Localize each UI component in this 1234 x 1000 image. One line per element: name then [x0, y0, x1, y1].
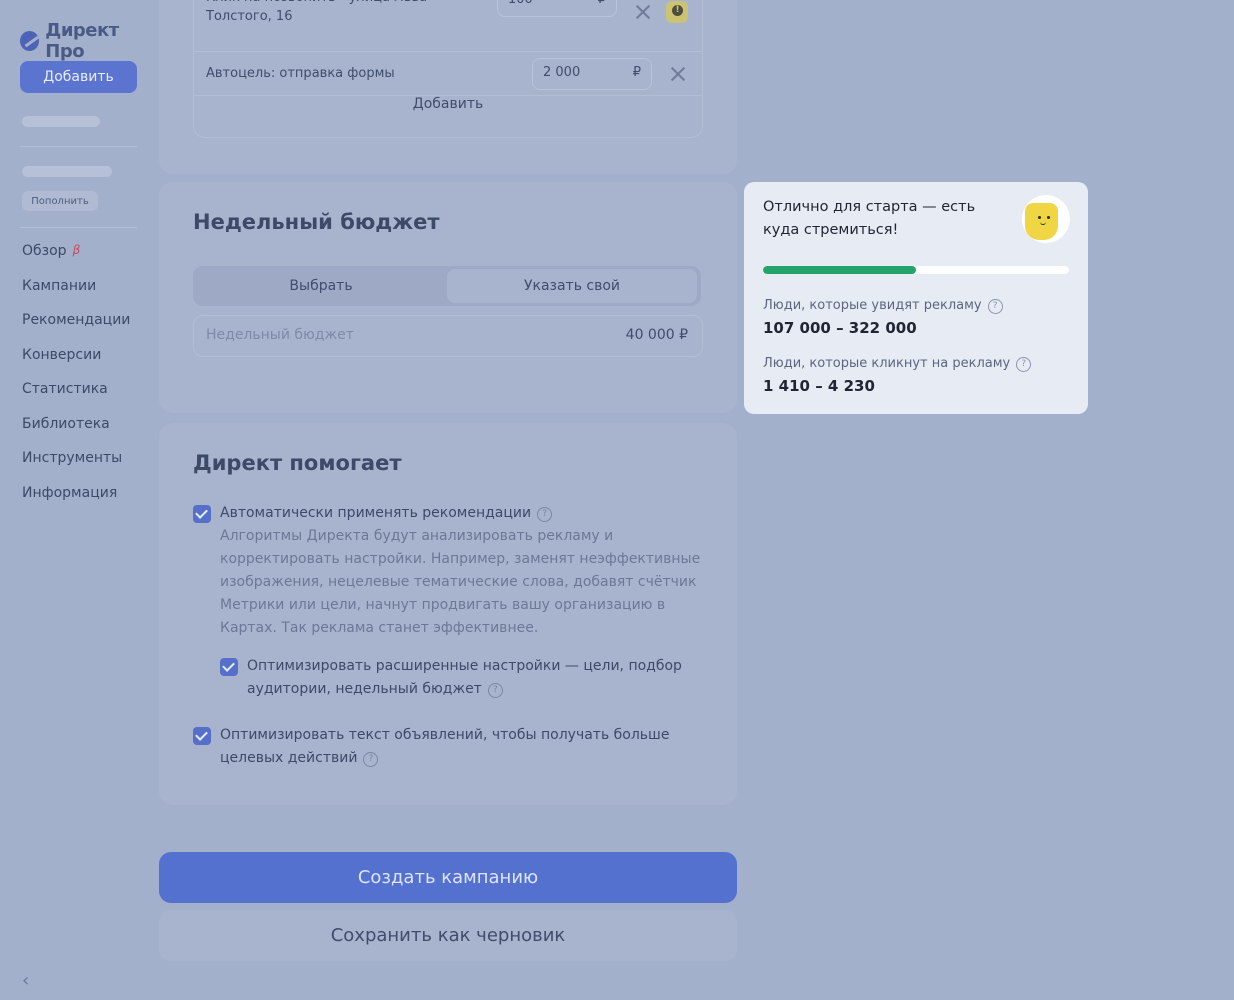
optimize-text-label-wrap: Оптимизировать текст объявлений, чтобы п… — [220, 724, 670, 770]
optimize-advanced-label-wrap: Оптимизировать расширенные настройки — ц… — [247, 655, 687, 701]
sidebar-item-label: Обзор — [22, 243, 67, 259]
sidebar-item-label: Рекомендации — [22, 312, 131, 328]
direct-logo-icon — [20, 31, 40, 51]
weekly-budget-input[interactable]: Недельный бюджет 40 000 ₽ — [193, 315, 703, 357]
budget-mode-switch: Выбрать Указать свой — [193, 266, 701, 306]
goal-value: 100 — [508, 0, 533, 7]
account-placeholder — [22, 166, 112, 177]
auto-apply-label-wrap: Автоматически применять рекомендации? — [220, 502, 700, 525]
topup-button[interactable]: Пополнить — [22, 191, 98, 211]
weekly-budget-card: Недельный бюджет Выбрать Указать свой Не… — [159, 182, 737, 413]
reach-label: Люди, которые увидят рекламу — [763, 298, 982, 313]
optimize-text-label: Оптимизировать текст объявлений, чтобы п… — [220, 727, 670, 766]
help-icon[interactable]: ? — [1016, 357, 1032, 372]
goal-row: Автоцель: отправка формы 2 000 ₽ — [194, 52, 702, 96]
auto-apply-description: Алгоритмы Директа будут анализировать ре… — [220, 528, 701, 636]
sidebar-item-statistics[interactable]: Статистика — [22, 381, 130, 416]
add-button[interactable]: Добавить — [20, 61, 137, 93]
create-campaign-button[interactable]: Создать кампанию — [159, 852, 737, 903]
clicks-label-wrap: Люди, которые кликнут на рекламу? — [763, 356, 1032, 372]
sidebar-item-label: Конверсии — [22, 346, 102, 363]
weekly-budget-value: 40 000 ₽ — [625, 327, 688, 343]
help-icon[interactable]: ? — [363, 752, 379, 767]
sidebar-item-recommendations[interactable]: Рекомендации — [22, 312, 130, 347]
sidebar-item-label: Статистика — [22, 381, 108, 397]
mascot-avatar-icon — [1022, 195, 1070, 243]
forecast-progress-fill — [763, 266, 916, 274]
goals-table: Клик на позвонить - улица Льва Толстого,… — [193, 0, 703, 138]
logo-text: Директ Про — [45, 20, 119, 62]
goal-value-input[interactable]: 100 ₽ — [497, 0, 617, 17]
auto-apply-label: Автоматически применять рекомендации — [220, 505, 532, 521]
mascot-eye — [1047, 216, 1050, 219]
direct-helps-title: Директ помогает — [193, 451, 402, 475]
sidebar-item-label: Кампании — [22, 277, 97, 294]
sidebar-item-overview[interactable]: Обзор β — [22, 243, 130, 278]
forecast-title: Отлично для старта — есть куда стремитьс… — [763, 199, 976, 238]
reach-value: 107 000 – 322 000 — [763, 319, 917, 337]
remove-goal-icon[interactable] — [669, 65, 687, 83]
clicks-value: 1 410 – 4 230 — [763, 377, 875, 395]
sidebar-item-label: Библиотека — [22, 415, 110, 432]
clicks-label: Люди, которые кликнут на рекламу — [763, 356, 1011, 371]
help-icon[interactable]: ? — [537, 507, 553, 522]
add-goal-button[interactable]: Добавить — [194, 96, 702, 112]
tab-custom[interactable]: Указать свой — [447, 269, 697, 303]
optimize-advanced-checkbox[interactable] — [220, 658, 238, 676]
collapse-sidebar-icon[interactable]: ‹ — [22, 970, 29, 991]
sidebar-item-library[interactable]: Библиотека — [22, 416, 130, 451]
auto-apply-checkbox[interactable] — [193, 505, 211, 523]
direct-helps-card: Директ помогает Автоматически применять … — [159, 423, 737, 805]
save-draft-button[interactable]: Сохранить как черновик — [159, 910, 737, 961]
currency-sign: ₽ — [598, 0, 606, 7]
sidebar-item-label: Информация — [22, 484, 118, 501]
sidebar-item-campaigns[interactable]: Кампании — [22, 278, 130, 313]
currency-sign: ₽ — [632, 65, 641, 80]
forecast-progress-bar — [763, 266, 1069, 274]
goal-value-input[interactable]: 2 000 ₽ — [532, 58, 652, 90]
weekly-budget-placeholder: Недельный бюджет — [206, 327, 354, 343]
optimize-text-checkbox[interactable] — [193, 727, 211, 745]
logo[interactable]: Директ Про — [20, 20, 159, 62]
sidebar-item-information[interactable]: Информация — [22, 485, 130, 520]
remove-goal-icon[interactable] — [634, 3, 652, 21]
sidebar: Директ Про Добавить Пополнить Обзор β Ка… — [0, 0, 159, 1000]
forecast-popup: Отлично для старта — есть куда стремитьс… — [744, 182, 1088, 414]
sidebar-nav: Обзор β Кампании Рекомендации Конверсии … — [22, 243, 130, 519]
help-icon[interactable]: ? — [987, 299, 1003, 314]
optimize-advanced-label: Оптимизировать расширенные настройки — ц… — [247, 658, 682, 697]
sidebar-divider — [20, 227, 137, 228]
sidebar-item-label: Инструменты — [22, 450, 123, 466]
sidebar-item-conversions[interactable]: Конверсии — [22, 347, 130, 382]
balance-placeholder — [22, 116, 100, 127]
help-icon[interactable]: ? — [487, 683, 503, 698]
goal-value: 2 000 — [543, 65, 581, 80]
mascot-face — [1025, 203, 1058, 240]
sidebar-divider — [20, 146, 137, 147]
sidebar-item-tools[interactable]: Инструменты — [22, 450, 130, 485]
mascot-mouth — [1040, 222, 1046, 225]
warning-icon[interactable] — [666, 1, 688, 23]
weekly-budget-title: Недельный бюджет — [193, 210, 440, 234]
reach-label-wrap: Люди, которые увидят рекламу? — [763, 298, 1003, 314]
goals-card: Клик на позвонить - улица Льва Толстого,… — [159, 0, 737, 174]
beta-badge: β — [72, 243, 81, 257]
tab-choose[interactable]: Выбрать — [196, 269, 446, 303]
mascot-eye — [1038, 216, 1041, 219]
goal-label: Автоцель: отправка формы — [206, 66, 395, 81]
goal-label: Клик на позвонить - улица Льва Толстого,… — [206, 0, 427, 24]
goal-row: Клик на позвонить - улица Льва Толстого,… — [194, 0, 702, 52]
